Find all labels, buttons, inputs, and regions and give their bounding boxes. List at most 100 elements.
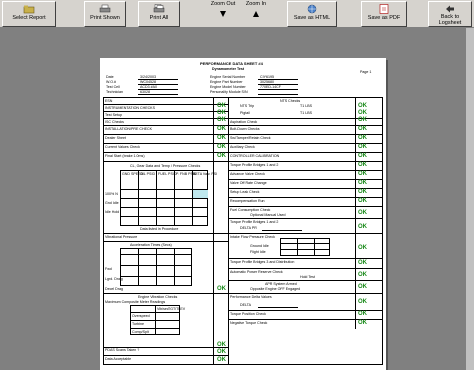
unit-label: T1 LBS bbox=[300, 104, 312, 108]
report-title: PERFORMANCE DATA SHEET #4 bbox=[200, 61, 263, 66]
row-label: Intake Flow Pressure Check bbox=[230, 235, 275, 239]
save-as-pdf-button[interactable]: Save as PDF bbox=[361, 1, 407, 27]
grid-divider-mid bbox=[228, 97, 229, 365]
back-to-logsheet-button[interactable]: Back to Logsheet bbox=[428, 1, 472, 27]
row-line bbox=[103, 355, 228, 356]
info-label: Date bbox=[106, 75, 114, 79]
accel-row-label: Decel Drag bbox=[105, 287, 123, 291]
select-report-button[interactable]: Select Report bbox=[2, 1, 56, 27]
toolbar: Select Report Print Shown Print All Zoom… bbox=[0, 0, 474, 28]
row-label: Sw/Tamper/Retain Check bbox=[230, 136, 271, 140]
grid-divider-left bbox=[213, 97, 214, 365]
col-line bbox=[314, 238, 315, 256]
status-ok: OK bbox=[358, 245, 367, 251]
row-label: ISC Checks bbox=[105, 120, 124, 124]
status-ok: OK bbox=[358, 153, 367, 159]
row-line bbox=[130, 320, 180, 321]
row-label: Current Values Check bbox=[105, 145, 140, 149]
row-label: ESN bbox=[105, 99, 113, 103]
accel-row-label: Lgrd. Dnag bbox=[105, 277, 123, 281]
row-label: Opposite Engine OFF Engaged bbox=[250, 287, 301, 291]
print-shown-button[interactable]: Print Shown bbox=[84, 1, 126, 27]
row-label: Hold Test bbox=[300, 275, 315, 279]
underline bbox=[138, 89, 178, 90]
perf-row-label: Idle Hold bbox=[105, 210, 120, 214]
row-label: Performance Delta Values bbox=[230, 295, 272, 299]
row-label: APR System Armed bbox=[265, 282, 297, 286]
zoom-out-label: Zoom Out bbox=[210, 1, 236, 7]
zoom-in-label: Zoom In bbox=[245, 1, 267, 7]
row-line bbox=[103, 241, 228, 242]
status-ok: OK bbox=[358, 162, 367, 168]
report-page: PERFORMANCE DATA SHEET #4 Dynamometer Te… bbox=[100, 58, 386, 370]
save-as-html-button[interactable]: Save as HTML bbox=[287, 1, 337, 27]
mcm-row-label: Comp/Splt bbox=[132, 330, 149, 334]
perf-col-header: OIL PSID bbox=[140, 172, 156, 176]
mcm-col-header: Vib/sec bbox=[157, 307, 169, 311]
row-label: Test Setup bbox=[105, 113, 122, 117]
row-label: Bolt-Down Checks bbox=[230, 127, 260, 131]
zoom-out-button[interactable]: Zoom Out bbox=[207, 1, 239, 27]
row-line bbox=[228, 233, 383, 234]
row-label: Negative Torque Check bbox=[230, 321, 268, 325]
folder-icon bbox=[23, 3, 35, 15]
row-line bbox=[228, 206, 383, 207]
row-label: Setup Leak Check bbox=[230, 190, 260, 194]
row-line bbox=[228, 293, 383, 294]
status-ok: OK bbox=[358, 103, 367, 109]
row-line bbox=[120, 265, 192, 266]
row-label: Torque Profile Bridges 3 and Distributio… bbox=[230, 260, 295, 264]
row-line bbox=[120, 254, 192, 255]
underline bbox=[258, 94, 298, 95]
report-subtitle: Dynamometer Test bbox=[212, 67, 245, 71]
underline bbox=[258, 307, 298, 308]
row-label: Aspiration Check bbox=[230, 120, 258, 124]
mcm-title: Engine Vibration Checks bbox=[138, 295, 178, 299]
procedure-note: Data listed in Procedure bbox=[140, 227, 179, 231]
globe-icon bbox=[306, 3, 318, 15]
row-line bbox=[120, 216, 208, 217]
perf-col-header: FUEL PSID bbox=[158, 172, 177, 176]
save-as-html-label: Save as HTML bbox=[293, 15, 331, 21]
row-line bbox=[120, 207, 208, 208]
status-ok: OK bbox=[358, 117, 367, 123]
final-row-label: PDAS Scans Taken ? bbox=[105, 348, 140, 352]
underline bbox=[262, 230, 302, 231]
row-label: Recompensation Run bbox=[230, 199, 265, 203]
status-ok: OK bbox=[217, 153, 226, 159]
mcm-col-header: TGT/TLEV bbox=[168, 307, 186, 311]
back-arrow-icon bbox=[444, 3, 456, 14]
printer-icon bbox=[99, 3, 111, 15]
row-line bbox=[120, 276, 192, 277]
info-label: Engine Serial Number bbox=[210, 75, 246, 79]
page-number: Page 1 bbox=[360, 70, 372, 74]
row-line bbox=[228, 268, 383, 269]
mcm-subtitle: Maximum Composite Meter Readings bbox=[105, 300, 166, 304]
row-label: NTS Checks bbox=[280, 99, 301, 103]
row-line bbox=[103, 118, 228, 119]
status-ok: OK bbox=[358, 224, 367, 230]
pressure-table bbox=[280, 238, 330, 256]
printer-stack-icon bbox=[153, 3, 165, 15]
row-label: Valve Off Rate Change bbox=[230, 181, 267, 185]
print-all-button[interactable]: Print All bbox=[138, 1, 180, 27]
underline bbox=[138, 94, 178, 95]
row-label: Dealer Sheet bbox=[105, 136, 126, 140]
arrow-up-icon bbox=[251, 8, 261, 20]
final-row-label: Data Acceptable bbox=[105, 357, 132, 361]
status-ok: OK bbox=[358, 180, 367, 186]
status-ok: OK bbox=[358, 126, 367, 132]
perf-row-label: 100% N bbox=[105, 192, 118, 196]
info-label: W.O.# bbox=[106, 80, 116, 84]
zoom-in-button[interactable]: Zoom In bbox=[240, 1, 272, 27]
print-shown-label: Print Shown bbox=[90, 15, 120, 21]
row-line bbox=[103, 293, 228, 294]
row-label: NTS Trip bbox=[240, 104, 255, 108]
info-label: Personality Module S/N bbox=[210, 90, 248, 94]
report-preview-area[interactable]: PERFORMANCE DATA SHEET #4 Dynamometer Te… bbox=[0, 28, 474, 370]
status-ok: OK bbox=[217, 126, 226, 132]
row-line bbox=[228, 258, 383, 259]
row-label: Auxiliary Check bbox=[230, 145, 255, 149]
vertical-scrollbar[interactable] bbox=[466, 28, 474, 370]
status-ok: OK bbox=[217, 110, 226, 116]
